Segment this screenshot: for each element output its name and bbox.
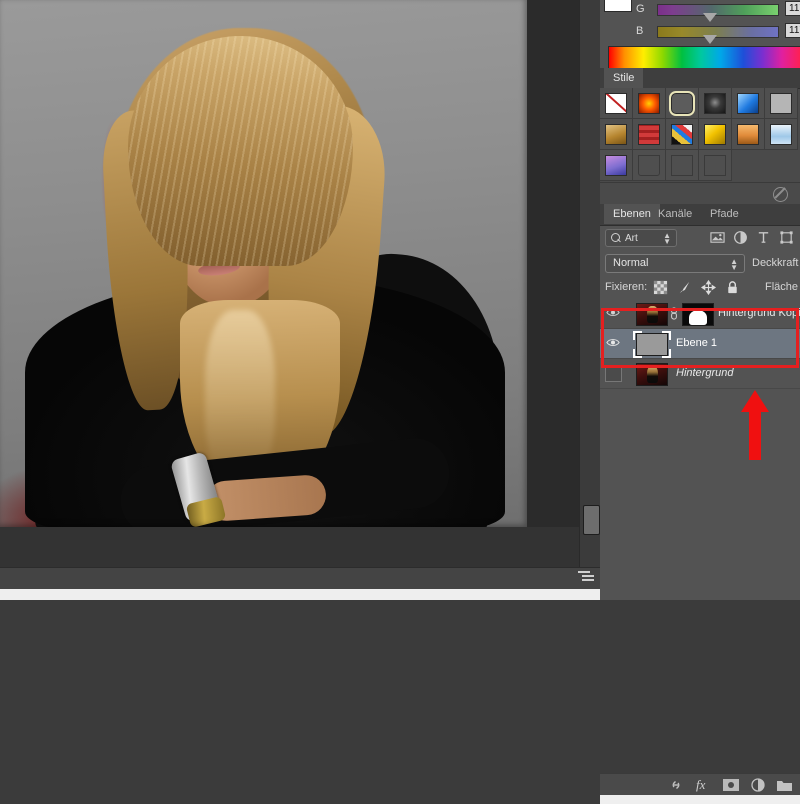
style-swatch-blue-gloss[interactable] <box>732 88 765 119</box>
thumbnail-selection-corner <box>633 331 642 340</box>
tab-pfade[interactable]: Pfade <box>701 204 748 224</box>
link-layers-icon[interactable] <box>668 777 684 793</box>
style-swatch-empty-style-1[interactable] <box>633 150 666 181</box>
layer-visibility-icon[interactable] <box>605 366 622 382</box>
shape-filter-icon[interactable] <box>779 230 794 245</box>
table-row[interactable]: Hintergrund Kopi <box>600 299 800 329</box>
thumbnail-selection-corner <box>662 331 671 340</box>
search-icon <box>611 233 620 242</box>
canvas-gutter-right <box>527 0 579 530</box>
lock-transparency-icon[interactable] <box>653 280 668 295</box>
style-swatch-light-blue-sky[interactable] <box>765 119 798 150</box>
color-value-b[interactable]: 117 <box>785 23 800 38</box>
layer-name: Hintergrund Kopi <box>718 307 800 319</box>
style-swatch-empty-style-2[interactable] <box>666 150 699 181</box>
photo-hair-streaks <box>128 36 353 266</box>
add-mask-icon[interactable] <box>722 777 740 793</box>
style-swatch-yellow-bevel[interactable] <box>699 119 732 150</box>
lock-all-icon[interactable] <box>725 280 740 295</box>
layer-filter-select[interactable]: Art ▲ ▼ <box>605 229 677 247</box>
color-panel: G 117 B 117 <box>600 0 800 70</box>
right-panel-column: G 117 B 117 Stile <box>600 0 800 804</box>
layer-thumbnail[interactable] <box>636 363 668 386</box>
image-canvas[interactable] <box>0 0 527 527</box>
panel-menu-icon[interactable] <box>578 571 594 585</box>
layer-name: Hintergrund <box>676 367 734 379</box>
image-filter-icon[interactable] <box>710 230 725 245</box>
style-swatch-purple-blue-gradient[interactable] <box>600 150 633 181</box>
layer-filter-row: Art ▲ ▼ <box>600 226 800 251</box>
window-bottom-edge <box>0 589 600 600</box>
layers-panel-bottom-toolbar: fx <box>600 773 800 796</box>
portrait-photo <box>0 0 527 527</box>
lock-row: Fixieren: Fläche <box>600 277 800 299</box>
color-slider-g-label: G <box>636 3 645 15</box>
thumbnail-selection-corner <box>662 349 671 358</box>
layers-panel: Ebenen Kanäle Pfade Art ▲ ▼ Normal ▲ ▼ D… <box>600 204 800 804</box>
blend-mode-value: Normal <box>613 257 649 269</box>
window-bottom-edge-right <box>600 795 800 804</box>
layer-link-icon[interactable] <box>670 307 678 320</box>
layers-panel-tabbar: Ebenen Kanäle Pfade <box>600 204 800 226</box>
opacity-label: Deckkraft <box>752 257 799 269</box>
style-swatch-no-style[interactable] <box>600 88 633 119</box>
styles-grid <box>600 88 800 182</box>
no-entry-icon[interactable] <box>773 187 788 202</box>
scrollbar-thumb[interactable] <box>583 505 600 535</box>
styles-panel-footer <box>600 182 800 205</box>
table-row[interactable]: Ebene 1 <box>600 329 800 359</box>
thumbnail-selection-corner <box>633 349 642 358</box>
lock-position-icon[interactable] <box>701 280 716 295</box>
style-swatch-red-plaid[interactable] <box>633 119 666 150</box>
layer-filter-value: Art <box>625 233 638 244</box>
style-swatch-orange-glow[interactable] <box>633 88 666 119</box>
tab-stile[interactable]: Stile <box>604 68 644 88</box>
styles-panel: Stile <box>600 68 800 205</box>
adjustment-filter-icon[interactable] <box>733 230 748 245</box>
layer-visibility-icon[interactable] <box>606 337 620 348</box>
document-area <box>0 0 601 600</box>
new-group-icon[interactable] <box>776 777 793 793</box>
color-slider-b[interactable]: B 117 <box>600 22 800 48</box>
style-swatch-selected-outline-style[interactable] <box>666 88 699 119</box>
blend-mode-select[interactable]: Normal ▲ ▼ <box>605 254 745 273</box>
style-swatch-gold-gradient[interactable] <box>600 119 633 150</box>
layer-list: Hintergrund Kopi Ebene 1 Hintergrund <box>600 299 800 389</box>
type-filter-icon[interactable] <box>756 230 771 245</box>
tab-kanaele[interactable]: Kanäle <box>649 204 701 224</box>
lock-image-icon[interactable] <box>677 280 692 295</box>
style-swatch-gray-flat[interactable] <box>765 88 798 119</box>
color-value-g[interactable]: 117 <box>785 1 800 16</box>
blend-mode-row: Normal ▲ ▼ Deckkraft <box>600 251 800 277</box>
color-slider-g-knob[interactable] <box>703 13 717 22</box>
photoshop-window: G 117 B 117 Stile <box>0 0 800 804</box>
document-status-bar <box>0 567 600 590</box>
fx-icon[interactable]: fx <box>696 777 705 793</box>
style-swatch-multicolor-pattern[interactable] <box>666 119 699 150</box>
table-row[interactable]: Hintergrund <box>600 359 800 389</box>
canvas-vertical-scrollbar[interactable] <box>579 0 601 567</box>
color-slider-g-track[interactable] <box>657 4 779 16</box>
color-slider-b-track[interactable] <box>657 26 779 38</box>
layer-visibility-icon[interactable] <box>606 307 620 318</box>
adjustment-layer-icon[interactable] <box>750 777 766 793</box>
styles-panel-tabbar: Stile <box>600 68 800 89</box>
chevron-updown-icon: ▲ ▼ <box>663 231 671 246</box>
lock-label: Fixieren: <box>605 281 648 293</box>
style-swatch-dark-spiral[interactable] <box>699 88 732 119</box>
canvas-gutter-bottom <box>0 527 579 567</box>
style-swatch-empty-style-3[interactable] <box>699 150 732 181</box>
color-ramp[interactable] <box>608 46 800 70</box>
layer-mask-thumbnail[interactable] <box>682 303 714 326</box>
color-slider-b-label: B <box>636 25 644 37</box>
color-slider-b-knob[interactable] <box>703 35 717 44</box>
style-swatch-orange-gradient[interactable] <box>732 119 765 150</box>
layer-name: Ebene 1 <box>676 337 717 349</box>
fill-label: Fläche <box>765 281 799 293</box>
chevron-updown-icon: ▲ ▼ <box>730 257 738 272</box>
layer-thumbnail[interactable] <box>636 303 668 326</box>
